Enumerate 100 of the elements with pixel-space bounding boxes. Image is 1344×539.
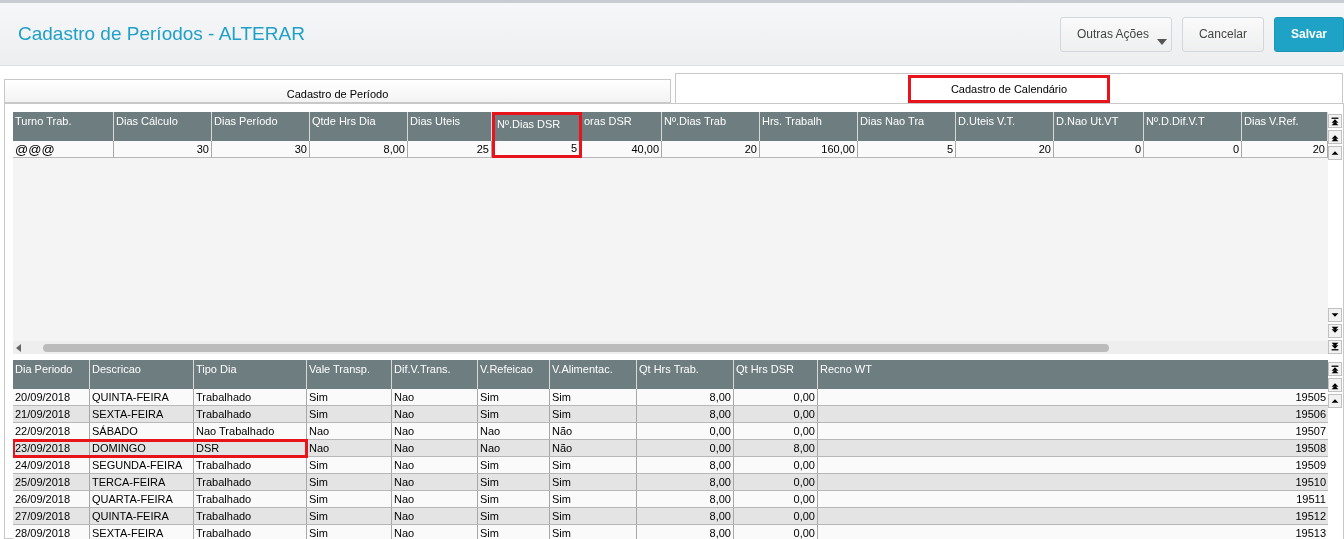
table-cell: 19511 [818,491,1328,508]
tab[interactable]: Cadastro de Período [4,79,671,103]
table-cell: Não [550,423,637,440]
table-cell: 8,00 [637,406,734,423]
table-cell: 19513 [818,525,1328,539]
tab[interactable]: Cadastro de Calendário [675,73,1343,103]
column-header: Qt Hrs Trab. [637,360,734,389]
table-cell: 0,00 [637,423,734,440]
column-header: Dias Uteis [408,112,492,141]
table-cell: QUARTA-FEIRA [90,491,194,508]
table-cell: Sim [550,406,637,423]
column-header: D.Uteis V.T. [956,112,1054,141]
table-cell: 0,00 [734,406,818,423]
table-cell: 0,00 [734,474,818,491]
table-cell: 0,00 [734,389,818,406]
table-cell: DSR [194,440,307,457]
table-cell: 30 [114,141,212,158]
table-cell: 0 [1054,141,1144,158]
table-cell: DOMINGO [90,440,194,457]
table-cell: Trabalhado [194,491,307,508]
column-header: D.Nao Ut.VT [1054,112,1144,141]
scroll-down-icon[interactable] [1328,308,1342,322]
table-cell: Sim [307,457,392,474]
cancel-button[interactable]: Cancelar [1181,16,1264,52]
table-cell: 25/09/2018 [13,474,90,491]
table-cell: 5 [492,141,582,158]
table-cell: Sim [478,508,550,525]
table-cell: 28/09/2018 [13,525,90,539]
table-cell: 0,00 [637,440,734,457]
table-cell: Nao [392,389,478,406]
column-header: Turno Trab. [13,112,114,141]
table-cell: Sim [307,474,392,491]
table-cell: 19507 [818,423,1328,440]
table-cell: 20 [1242,141,1328,158]
table-cell: Sim [550,457,637,474]
caret-icon [1156,38,1167,45]
table-cell: 8,00 [637,525,734,539]
table-cell: 8,00 [637,491,734,508]
page-up-icon[interactable] [1328,130,1342,144]
column-header: Qt Hrs DSR [734,360,818,389]
table-cell: 40,00 [582,141,662,158]
table-cell: 23/09/2018 [13,440,90,457]
table-cell: SEXTA-FEIRA [90,406,194,423]
table-cell: Trabalhado [194,406,307,423]
table-cell: Sim [478,525,550,539]
table-cell: Sim [307,525,392,539]
table-cell: 25 [408,141,492,158]
page-title: Cadastro de Períodos - ALTERAR [18,23,305,45]
actions-menu-button[interactable]: Outras Ações [1059,16,1172,52]
table-cell: Nao [392,457,478,474]
table-cell: 5 [858,141,956,158]
table-cell: 0,00 [734,525,818,539]
column-header: Nº.D.Dif.V.T [1144,112,1242,141]
table-cell: Nao [392,525,478,539]
table-cell: Trabalhado [194,389,307,406]
column-header: V.Refeicao [478,360,550,389]
table-cell: Nao [478,423,550,440]
table-cell: 19508 [818,440,1328,457]
column-header: Hrs. Trabalh [760,112,858,141]
table-cell: Nao [392,423,478,440]
horizontal-scrollbar[interactable] [13,341,1328,354]
table-cell: 19506 [818,406,1328,423]
table-cell: SEXTA-FEIRA [90,525,194,539]
table-cell: Nao [392,491,478,508]
page-down-icon[interactable] [1328,324,1342,338]
scroll-up-icon[interactable] [1328,146,1342,160]
table-cell: 0 [1144,141,1242,158]
scroll-bottom-icon[interactable] [1328,340,1342,354]
table-cell: Sim [550,474,637,491]
column-header: Descricao [90,360,194,389]
scroll-top-icon[interactable] [1328,114,1342,128]
column-header: Dias Nao Tra [858,112,956,141]
table-cell: 26/09/2018 [13,491,90,508]
table-cell: 30 [212,141,310,158]
table-cell: Nao [392,474,478,491]
table-cell: Sim [550,525,637,539]
table-cell: Sim [478,474,550,491]
page-up-icon[interactable] [1328,378,1342,392]
table-cell: 8,00 [637,508,734,525]
table-cell: 19509 [818,457,1328,474]
table-cell: 8,00 [310,141,408,158]
scroll-up-icon[interactable] [1328,394,1342,408]
table-cell: Sim [550,389,637,406]
column-header: Dia Periodo [13,360,90,389]
table-cell: Sim [307,491,392,508]
table-cell: TERCA-FEIRA [90,474,194,491]
table-cell: Nao [392,508,478,525]
table-cell: 0,00 [734,508,818,525]
table-cell: Sim [478,389,550,406]
table-cell: Nao [307,440,392,457]
column-header: Dias Cálculo [114,112,212,141]
table-cell: 8,00 [637,457,734,474]
table-cell: Nao [478,440,550,457]
column-header: Qtde Hrs Dia [310,112,408,141]
column-header: V.Alimentac. [550,360,637,389]
scroll-top-icon[interactable] [1328,362,1342,376]
scroll-left-icon[interactable] [15,343,23,352]
table-cell: Sim [307,508,392,525]
column-header: Recno WT [818,360,1328,389]
column-header: Vale Transp. [307,360,392,389]
